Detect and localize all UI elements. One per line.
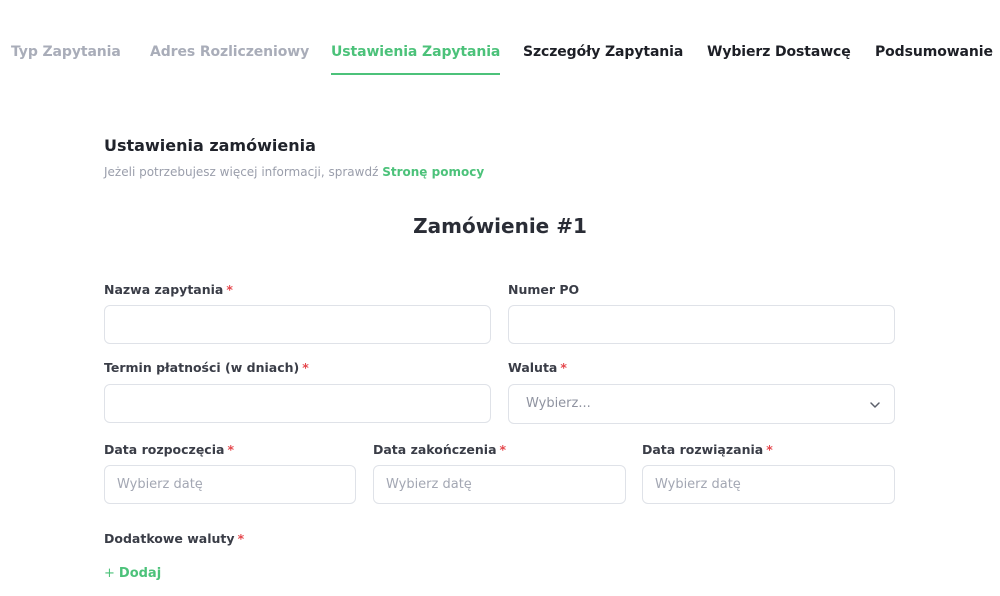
po-number-label-text: Numer PO xyxy=(508,282,580,297)
required-marker: * xyxy=(226,282,233,297)
start-date-label-text: Data rozpoczęcia xyxy=(104,442,225,457)
termination-date-input[interactable] xyxy=(642,465,895,504)
order-settings-page: Typ Zapytania Adres Rozliczeniowy Ustawi… xyxy=(0,0,1000,596)
start-date-label: Data rozpoczęcia * xyxy=(104,442,234,457)
step-request-type[interactable]: Typ Zapytania xyxy=(11,44,121,76)
po-number-label: Numer PO xyxy=(508,282,579,297)
end-date-input[interactable] xyxy=(373,465,626,504)
request-name-input[interactable] xyxy=(104,305,491,344)
section-title: Ustawienia zamówienia xyxy=(104,136,316,155)
end-date-label-text: Data zakończenia xyxy=(373,442,497,457)
wizard-steps: Typ Zapytania Adres Rozliczeniowy Ustawi… xyxy=(0,0,1000,80)
step-request-details[interactable]: Szczegóły Zapytania xyxy=(523,44,683,76)
step-request-settings[interactable]: Ustawienia Zapytania xyxy=(331,44,501,76)
payment-term-label: Termin płatności (w dniach) * xyxy=(104,360,309,375)
step-billing-address[interactable]: Adres Rozliczeniowy xyxy=(150,44,309,76)
add-currency-label: Dodaj xyxy=(118,566,162,581)
step-choose-supplier[interactable]: Wybierz Dostawcę xyxy=(707,44,851,76)
add-currency-button[interactable]: + Dodaj xyxy=(104,566,161,581)
order-title: Zamówienie #1 xyxy=(413,214,587,238)
required-marker: * xyxy=(227,442,234,457)
required-marker: * xyxy=(766,442,773,457)
termination-date-label: Data rozwiązania * xyxy=(642,442,773,457)
step-summary[interactable]: Podsumowanie xyxy=(875,44,993,76)
end-date-label: Data zakończenia * xyxy=(373,442,506,457)
currency-label-text: Waluta xyxy=(508,360,558,375)
section-help-text: Jeżeli potrzebujesz więcej informacji, s… xyxy=(104,165,484,179)
required-marker: * xyxy=(237,531,245,546)
request-name-label-text: Nazwa zapytania xyxy=(104,282,224,297)
required-marker: * xyxy=(560,360,567,375)
request-name-label: Nazwa zapytania * xyxy=(104,282,233,297)
po-number-input[interactable] xyxy=(508,305,895,344)
termination-date-label-text: Data rozwiązania xyxy=(642,442,764,457)
additional-currencies-label: Dodatkowe waluty * xyxy=(104,531,244,546)
currency-selected-value: Wybierz... xyxy=(526,396,591,411)
help-text: Jeżeli potrzebujesz więcej informacji, s… xyxy=(104,165,379,179)
payment-term-label-text: Termin płatności (w dniach) xyxy=(104,360,300,375)
required-marker: * xyxy=(302,360,309,375)
payment-term-input[interactable] xyxy=(104,384,491,423)
plus-icon: + xyxy=(104,566,115,581)
help-page-link[interactable]: Stronę pomocy xyxy=(382,165,484,179)
start-date-input[interactable] xyxy=(104,465,356,504)
currency-select[interactable]: Wybierz... xyxy=(508,384,895,424)
chevron-down-icon xyxy=(870,402,880,408)
currency-label: Waluta * xyxy=(508,360,567,375)
required-marker: * xyxy=(499,442,507,457)
additional-currencies-label-text: Dodatkowe waluty xyxy=(104,531,235,546)
